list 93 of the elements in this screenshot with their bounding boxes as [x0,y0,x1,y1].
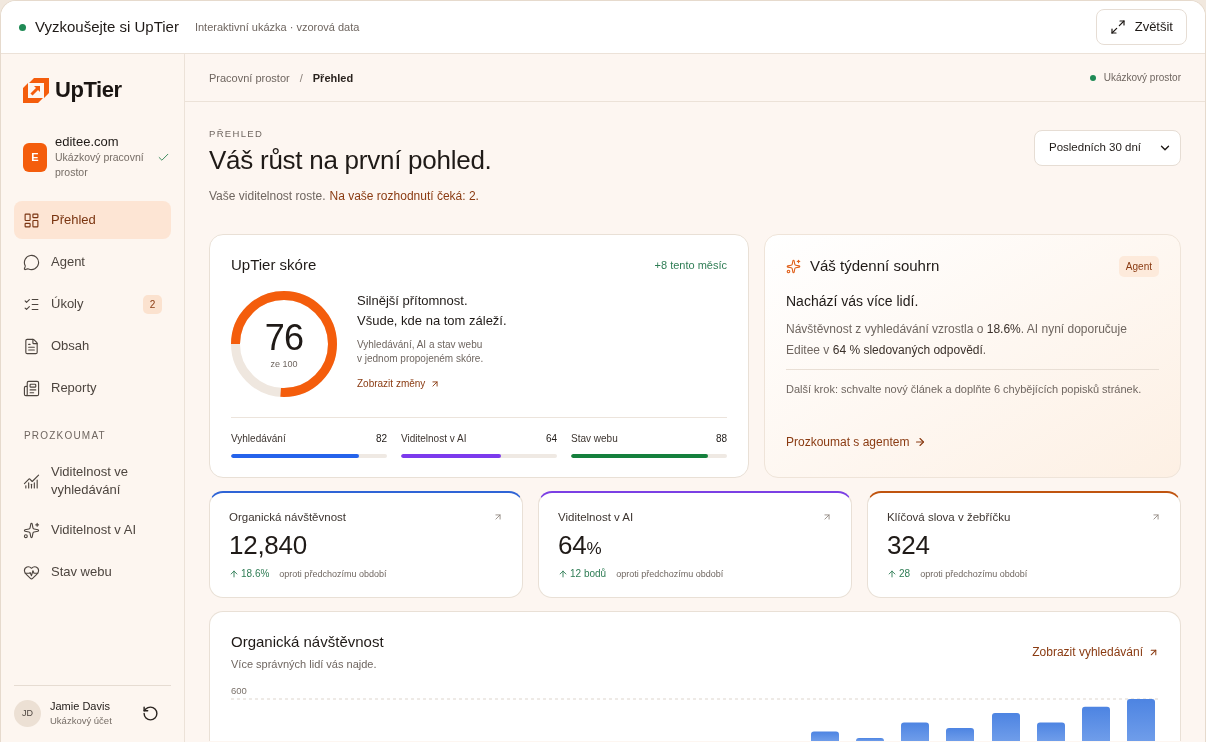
logo-icon [23,77,49,103]
component-value: 88 [715,432,727,446]
dashboard-icon [23,211,40,229]
arrow-up-icon [229,569,239,579]
component-value: 64 [545,432,557,446]
sparkles-icon [786,258,801,274]
axis-label: 600 [231,685,247,696]
arrow-up-right-icon [493,512,503,522]
metric-comparison: oproti předchozímu období [616,568,724,581]
summary-heading: Nachází vás více lidí. [786,292,919,311]
pending-decisions-text: Na vaše rozhodnutí čeká: 2. [329,188,479,204]
sidebar-item[interactable]: Viditelnost ve vyhledávání [14,455,171,507]
expand-icon [1109,19,1126,35]
score-caption: ze 100 [270,358,298,370]
metric-comparison: oproti předchozímu období [279,568,387,581]
arrow-up-right-icon [822,512,832,522]
sparkles-icon [23,521,40,539]
sidebar-item[interactable]: Reporty [14,369,171,407]
metric-value: 12,840 [229,530,307,560]
newspaper-icon [23,379,40,397]
metric-comparison: oproti předchozímu období [920,568,1028,581]
component-label: Stav webu [571,432,618,446]
banner-title: Vyzkoušejte si UpTier [35,17,179,37]
chart-bar [946,728,974,741]
metric-value: 64 [558,530,587,560]
page-subtitle: Vaše viditelnost roste. [209,188,326,204]
chart-bar [992,713,1020,741]
arrow-right-icon [914,436,927,448]
component-value: 82 [375,432,387,446]
show-changes-link[interactable]: Zobrazit změny [357,377,441,391]
agent-badge: Agent [1118,255,1159,277]
metric-change: 28 [899,567,911,581]
workspace-initial: E [23,142,47,172]
card-subtitle: Více správných lidí vás najde. [231,657,377,672]
score-value: 76 [264,318,304,358]
workspace-status: Ukázkový prostor [1103,70,1181,85]
trend-text: +8 tento měsíc [654,258,727,272]
score-headline: Silnější přítomnost. [357,292,468,310]
workspace-description: Ukázkový pracovní prostor [55,150,145,180]
count-badge: 2 [143,294,162,314]
component-label: Viditelnost v AI [401,432,467,446]
chart-bar [811,731,839,741]
metric-change: 18.6% [241,567,270,581]
metric-label: Organická návštěvnost [229,510,346,525]
chart-bar [901,722,929,741]
chart-bar [1037,722,1065,741]
refresh-icon [141,705,159,722]
sidebar-item[interactable]: Přehled [14,201,171,239]
expand-button[interactable]: Zvětšit [1095,9,1187,45]
chart-bar [1082,706,1110,741]
sidebar-item[interactable]: Viditelnost v AI [14,511,171,549]
user-role: Ukázkový účet [50,714,113,728]
summary-body: Návštěvnost z vyhledávání vzrostla o 18.6%. AI nyní doporučuje Editee v 64 % sledovaných odpovědí. [786,321,1128,359]
brand-name: UpTier [55,77,122,103]
explore-agent-link[interactable]: Prozkoumat s agentem [786,434,927,450]
period-select[interactable]: Posledních 30 dní [1034,130,1181,166]
sidebar-item[interactable]: Agent [14,243,171,281]
score-headline: Všude, kde na tom záleží. [357,312,507,330]
next-step-text: Další krok: schvalte nový článek a doplňte 6 chybějících popisků stránek. [786,382,1142,397]
card-title: UpTier skóre [231,255,317,275]
sidebar-item[interactable]: Obsah [14,327,171,365]
bar-chart-icon [23,472,40,490]
metric-unit: % [586,539,602,559]
page-eyebrow: PŘEHLED [209,128,264,140]
show-search-link[interactable]: Zobrazit vyhledávání [1032,644,1159,660]
arrow-up-right-icon [1151,512,1161,522]
metric-label: Klíčová slova v žebříčku [887,510,1011,525]
chart-bar [856,738,884,741]
heart-pulse-icon [23,563,40,581]
component-label: Vyhledávání [231,432,286,446]
document-icon [23,337,40,355]
section-title: PROZKOUMAT [24,429,106,443]
chart-bar [1127,699,1155,741]
metric-value: 324 [887,530,930,560]
arrow-up-icon [887,569,897,579]
user-name: Jamie Davis [50,699,111,714]
arrow-up-right-icon [430,379,441,389]
card-title: Váš týdenní souhrn [810,256,940,276]
breadcrumb-separator: / [299,70,303,86]
user-avatar: JD [14,700,41,727]
metric-label: Viditelnost v AI [558,510,634,525]
sidebar-item[interactable]: Stav webu [14,553,171,591]
score-description: Vyhledávání, AI a stav webu v jednom propojeném skóre. [357,338,485,366]
sidebar-item[interactable]: Úkoly 2 [14,285,171,323]
breadcrumb-link[interactable]: Přehled [312,69,354,86]
arrow-up-icon [558,569,568,579]
card-title: Organická návštěvnost [231,632,384,652]
banner-subtitle: Interaktivní ukázka · vzorová data [194,20,360,35]
breadcrumb-link[interactable]: Pracovní prostor [209,69,290,86]
workspace-name: editee.com [55,134,120,150]
metric-change: 12 bodů [570,567,607,581]
chat-bubble-icon [23,253,40,271]
page-title: Váš růst na první pohled. [209,144,492,176]
